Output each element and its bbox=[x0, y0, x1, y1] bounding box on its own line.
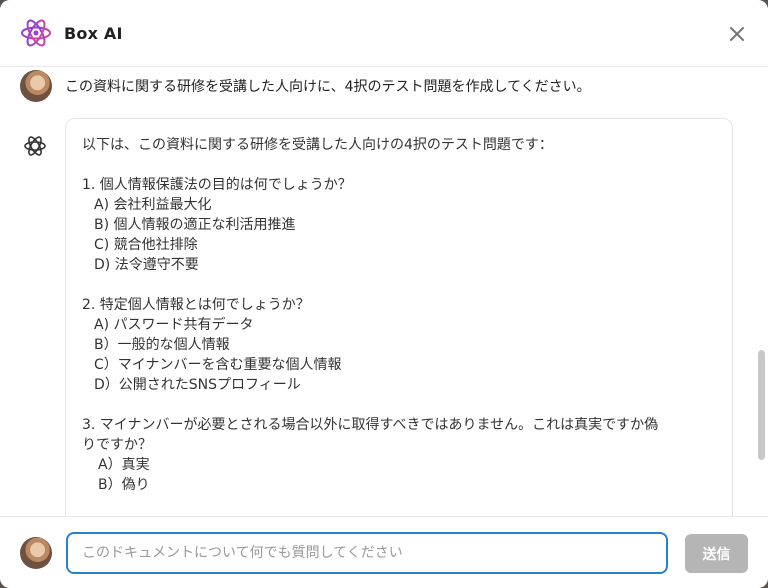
question-2: 2. 特定個人情報とは何でしょうか？ bbox=[82, 297, 310, 313]
dialog-title: Box AI bbox=[64, 24, 123, 43]
q1-option-b: B) 個人情報の適正な利活用推進 bbox=[94, 217, 296, 233]
q1-option-a: A) 会社利益最大化 bbox=[94, 197, 212, 213]
question-3-line-2: りですか？ bbox=[82, 437, 152, 453]
box-ai-dialog: Box AI この資料に関する研修を受講した人向けに、4択のテスト問題を作成して… bbox=[0, 0, 768, 588]
q3-option-b: B）偽り bbox=[98, 477, 150, 493]
ai-atom-icon bbox=[24, 136, 46, 156]
dialog-header: Box AI bbox=[0, 0, 768, 67]
user-avatar bbox=[20, 70, 52, 102]
ai-response-text: 以下は、この資料に関する研修を受講した人向けの4択のテスト問題です： 1. 個人… bbox=[82, 135, 718, 495]
box-ai-atom-icon bbox=[21, 19, 51, 47]
q2-option-c: C）マイナンバーを含む重要な個人情報 bbox=[94, 357, 342, 373]
ai-response-bubble: 以下は、この資料に関する研修を受講した人向けの4択のテスト問題です： 1. 個人… bbox=[65, 118, 733, 516]
close-icon[interactable] bbox=[724, 21, 750, 47]
composer: 送信 bbox=[0, 516, 768, 588]
q1-option-c: C) 競合他社排除 bbox=[94, 237, 198, 253]
question-input[interactable] bbox=[66, 532, 668, 574]
user-message: この資料に関する研修を受講した人向けに、4択のテスト問題を作成してください。 bbox=[65, 79, 591, 95]
q1-option-d: D) 法令遵守不要 bbox=[94, 257, 199, 273]
q2-option-d: D）公開されたSNSプロフィール bbox=[94, 377, 301, 393]
question-3-line-1: 3. マイナンバーが必要とされる場合以外に取得すべきではありません。これは真実で… bbox=[82, 417, 659, 433]
send-button[interactable]: 送信 bbox=[685, 534, 748, 573]
chat-scrollbar[interactable] bbox=[758, 350, 765, 460]
question-1: 1. 個人情報保護法の目的は何でしょうか？ bbox=[82, 177, 352, 193]
ai-intro: 以下は、この資料に関する研修を受講した人向けの4択のテスト問題です： bbox=[82, 137, 553, 153]
q2-option-b: B）一般的な個人情報 bbox=[94, 337, 230, 353]
q3-option-a: A）真実 bbox=[98, 457, 150, 473]
composer-user-avatar bbox=[20, 537, 52, 569]
chat-history[interactable]: この資料に関する研修を受講した人向けに、4択のテスト問題を作成してください。 以… bbox=[0, 67, 768, 516]
q2-option-a: A) パスワード共有データ bbox=[94, 317, 254, 333]
